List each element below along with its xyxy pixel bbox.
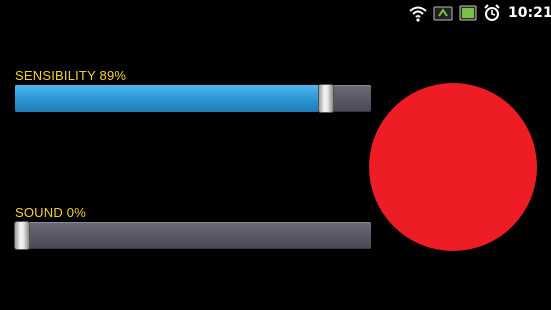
sound-slider-thumb[interactable] (15, 222, 29, 249)
status-clock: 10:21 (508, 5, 551, 21)
app-screen: 10:21 SENSIBILITY 89% SOUND 0% (0, 0, 551, 310)
alarm-icon (484, 4, 500, 21)
sound-level-indicator (369, 83, 537, 251)
sound-label: SOUND 0% (15, 205, 86, 220)
battery-icon (459, 5, 477, 21)
wifi-icon (409, 6, 427, 22)
sound-slider[interactable] (15, 222, 371, 249)
sensibility-label: SENSIBILITY 89% (15, 68, 127, 83)
sensibility-slider[interactable] (15, 85, 371, 112)
sensibility-slider-thumb[interactable] (319, 85, 334, 112)
sensibility-slider-fill (15, 85, 327, 112)
sync-icon (433, 6, 453, 21)
status-bar: 10:21 (0, 0, 551, 26)
